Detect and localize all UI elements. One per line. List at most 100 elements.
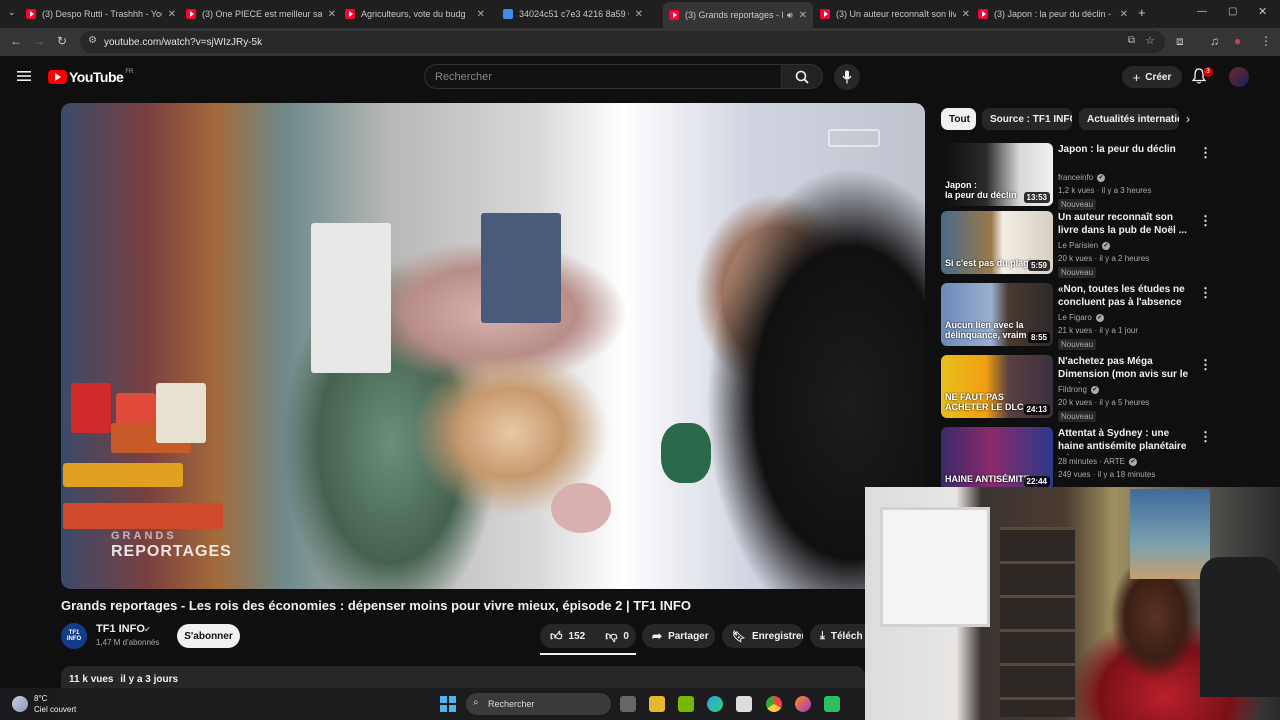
browser-tab[interactable]: 34024c51 c7e3 4216 8a59 6e9 ✕ bbox=[503, 4, 643, 24]
recommended-video-title[interactable]: Attentat à Sydney : une haine antisémite… bbox=[1058, 427, 1193, 455]
video-thumbnail[interactable]: HAINE ANTISÉMITE 22:44 bbox=[941, 427, 1053, 490]
new-tab-icon[interactable]: + bbox=[1138, 5, 1146, 20]
tab-label: (3) Un auteur reconnaît son livr bbox=[836, 9, 956, 19]
browser-tab[interactable]: (3) One PIECE est meilleur sans ✕ bbox=[186, 4, 336, 24]
recommended-video[interactable]: Aucun lien avec la délinquance, vraim 8:5… bbox=[941, 283, 1266, 350]
media-control-icon[interactable]: ♫ bbox=[1210, 34, 1219, 48]
maximize-icon[interactable]: ▢ bbox=[1228, 6, 1237, 17]
close-tab-icon[interactable]: ✕ bbox=[168, 9, 176, 20]
channel-name: Le Parisien bbox=[1058, 241, 1099, 250]
chip-source[interactable]: Source : TF1 INFO bbox=[982, 108, 1072, 130]
recommended-video-title[interactable]: «Non, toutes les études ne concluent pas… bbox=[1058, 283, 1193, 311]
url-text: youtube.com/watch?v=sjWIzJRy-5k bbox=[104, 36, 263, 48]
recommended-channel[interactable]: Le Figaro ✔ bbox=[1058, 313, 1104, 322]
store-icon[interactable] bbox=[736, 696, 752, 712]
video-thumbnail[interactable]: Aucun lien avec la délinquance, vraim 8:5… bbox=[941, 283, 1053, 346]
more-options-icon[interactable]: ⋮ bbox=[1199, 213, 1212, 229]
tab-label: (3) Japon : la peur du déclin - Y bbox=[994, 9, 1114, 19]
share-icon: ➦ bbox=[652, 629, 663, 643]
close-tab-icon[interactable]: ✕ bbox=[962, 9, 970, 20]
youtube-favicon-icon bbox=[345, 9, 355, 19]
nvidia-icon[interactable] bbox=[678, 696, 694, 712]
windows-start-icon[interactable] bbox=[440, 696, 456, 712]
reload-icon[interactable]: ↻ bbox=[57, 34, 67, 48]
video-player[interactable]: GRANDS REPORTAGES bbox=[61, 103, 925, 589]
site-info-icon[interactable]: ⚙ bbox=[88, 35, 97, 46]
create-button[interactable]: + Créer bbox=[1122, 66, 1182, 88]
hamburger-menu-icon[interactable] bbox=[17, 70, 31, 82]
video-thumbnail[interactable]: Si c'est pas du plagiat 5:59 bbox=[941, 211, 1053, 274]
save-label: Enregistrer bbox=[751, 630, 803, 642]
recommended-video[interactable]: Japon : la peur du déclin 13:53 Japon : la … bbox=[941, 143, 1266, 210]
chrome-menu-icon[interactable]: ⋮ bbox=[1260, 34, 1272, 48]
weather-widget[interactable]: 8°C Ciel couvert bbox=[12, 693, 76, 715]
like-button[interactable]: 👍︎ 152 bbox=[550, 629, 585, 644]
browser-tab[interactable]: Agriculteurs, vote du budg ✕ bbox=[345, 4, 485, 24]
more-options-icon[interactable]: ⋮ bbox=[1199, 357, 1212, 373]
subscribe-button[interactable]: S'abonner bbox=[177, 624, 240, 648]
tab-list-icon[interactable]: ⌄ bbox=[8, 7, 16, 18]
recommended-video-title[interactable]: Un auteur reconnaît son livre dans la pu… bbox=[1058, 211, 1193, 237]
close-tab-icon[interactable]: ✕ bbox=[328, 9, 336, 20]
search-button[interactable] bbox=[781, 64, 823, 89]
taskbar-search[interactable]: ⌕ Rechercher bbox=[466, 693, 611, 715]
save-button[interactable]: 🔖︎ Enregistrer bbox=[722, 624, 803, 648]
bookmark-star-icon[interactable]: ☆ bbox=[1145, 34, 1155, 47]
browser-tab[interactable]: (3) Despo Rutti - Trashhh - YouT ✕ bbox=[26, 4, 176, 24]
chip-all[interactable]: Tout bbox=[941, 108, 976, 130]
youtube-favicon-icon bbox=[978, 9, 988, 19]
chrome-browser-icon[interactable] bbox=[766, 696, 782, 712]
close-tab-icon[interactable]: ✕ bbox=[635, 9, 643, 20]
recommended-video-title[interactable]: Japon : la peur du déclin bbox=[1058, 143, 1193, 156]
tab-label: (3) One PIECE est meilleur sans bbox=[202, 9, 322, 19]
file-explorer-icon[interactable] bbox=[649, 696, 665, 712]
voice-search-button[interactable] bbox=[834, 64, 860, 90]
recommended-video[interactable]: NE FAUT PAS ACHETER LE DLC 24:13 N'achetez… bbox=[941, 355, 1266, 422]
cast-icon[interactable]: ⧉ bbox=[1128, 35, 1135, 46]
channel-name: Le Figaro bbox=[1058, 313, 1092, 322]
chip-international[interactable]: Actualités internatio bbox=[1079, 108, 1179, 130]
download-button[interactable]: ⤓ Téléch bbox=[810, 624, 870, 648]
close-window-icon[interactable]: ✕ bbox=[1258, 5, 1267, 18]
more-options-icon[interactable]: ⋮ bbox=[1199, 429, 1212, 445]
url-field[interactable]: ⚙ youtube.com/watch?v=sjWIzJRy-5k ⧉ ☆ bbox=[80, 31, 1165, 53]
back-icon[interactable]: ← bbox=[10, 34, 22, 48]
forward-icon[interactable]: → bbox=[33, 34, 45, 48]
account-avatar[interactable] bbox=[1229, 67, 1249, 87]
share-button[interactable]: ➦ Partager bbox=[642, 624, 715, 648]
browser-tab[interactable]: (3) Un auteur reconnaît son livr ✕ bbox=[820, 4, 970, 24]
close-tab-icon[interactable]: ✕ bbox=[799, 10, 807, 21]
dislike-button[interactable]: 👎︎ 0 bbox=[605, 629, 629, 644]
close-tab-icon[interactable]: ✕ bbox=[1120, 9, 1128, 20]
video-thumbnail[interactable]: Japon : la peur du déclin 13:53 bbox=[941, 143, 1053, 206]
recommended-video[interactable]: HAINE ANTISÉMITE 22:44 Attentat à Sydney :… bbox=[941, 427, 1266, 491]
video-thumbnail[interactable]: NE FAUT PAS ACHETER LE DLC 24:13 bbox=[941, 355, 1053, 418]
search-input[interactable]: Rechercher bbox=[424, 64, 781, 89]
firefox-icon[interactable] bbox=[795, 696, 811, 712]
extensions-icon[interactable]: ⧈ bbox=[1176, 34, 1184, 49]
minimize-icon[interactable]: — bbox=[1197, 6, 1207, 17]
edge-browser-icon[interactable] bbox=[707, 696, 723, 712]
audio-playing-icon[interactable]: 🔊︎ bbox=[787, 10, 793, 21]
browser-tab[interactable]: (3) Japon : la peur du déclin - Y ✕ bbox=[978, 4, 1128, 24]
recommended-channel[interactable]: franceinfo ✔ bbox=[1058, 173, 1106, 182]
more-options-icon[interactable]: ⋮ bbox=[1199, 285, 1212, 301]
video-meta: 20 k vues · il y a 5 heures bbox=[1058, 398, 1150, 407]
channel-avatar[interactable]: TF1 INFO bbox=[61, 623, 87, 649]
profile-icon[interactable]: ● bbox=[1234, 34, 1241, 48]
address-bar-row: ← → ↻ ⚙ youtube.com/watch?v=sjWIzJRy-5k … bbox=[0, 28, 1280, 56]
channel-name[interactable]: TF1 INFO bbox=[96, 623, 145, 635]
chevron-right-icon[interactable]: › bbox=[1186, 112, 1190, 126]
task-view-icon[interactable] bbox=[620, 696, 636, 712]
recommended-channel[interactable]: Fildrong ✔ bbox=[1058, 385, 1099, 394]
more-options-icon[interactable]: ⋮ bbox=[1199, 145, 1212, 161]
page-favicon-icon bbox=[503, 9, 513, 19]
recommended-channel[interactable]: Le Parisien ✔ bbox=[1058, 241, 1111, 250]
recommended-video-title[interactable]: N'achetez pas Méga Dimension (mon avis s… bbox=[1058, 355, 1193, 383]
app-icon[interactable] bbox=[824, 696, 840, 712]
recommended-channel[interactable]: 28 minutes · ARTE ✔ bbox=[1058, 457, 1137, 466]
youtube-logo[interactable]: YouTube FR bbox=[48, 69, 133, 85]
recommended-video[interactable]: Si c'est pas du plagiat 5:59 Un auteur rec… bbox=[941, 211, 1266, 278]
browser-tab[interactable]: (3) Grands reportages - Les 🔊︎ ✕ bbox=[663, 2, 813, 28]
close-tab-icon[interactable]: ✕ bbox=[477, 9, 485, 20]
